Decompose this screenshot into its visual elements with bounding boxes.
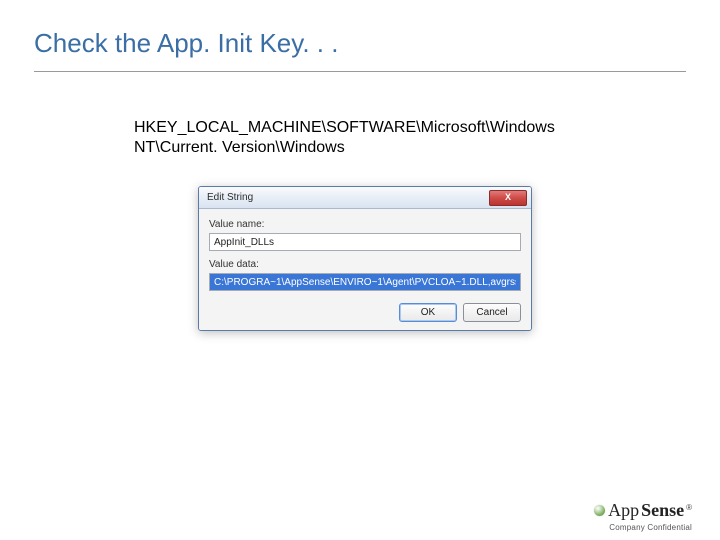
registry-path: HKEY_LOCAL_MACHINE\SOFTWARE\Microsoft\Wi… <box>134 118 686 158</box>
edit-string-dialog: Edit String X Value name: Value data: OK… <box>198 186 532 331</box>
logo-text-app: App <box>608 500 639 521</box>
dialog-titlebar: Edit String X <box>199 187 531 209</box>
close-icon: X <box>505 193 511 202</box>
logo: AppSense® <box>594 500 692 521</box>
dialog-body: Value name: Value data: OK Cancel <box>199 209 531 330</box>
dialog-button-row: OK Cancel <box>209 299 521 322</box>
cancel-button[interactable]: Cancel <box>463 303 521 322</box>
logo-bullet-icon <box>594 505 605 516</box>
confidential-label: Company Confidential <box>594 523 692 532</box>
value-data-input[interactable] <box>209 273 521 291</box>
slide: Check the App. Init Key. . . HKEY_LOCAL_… <box>0 0 720 540</box>
footer: AppSense® Company Confidential <box>594 500 692 532</box>
dialog-title: Edit String <box>207 192 253 203</box>
close-button[interactable]: X <box>489 190 527 206</box>
dialog-screenshot: Edit String X Value name: Value data: OK… <box>198 186 686 331</box>
registered-mark: ® <box>686 503 692 512</box>
ok-button[interactable]: OK <box>399 303 457 322</box>
value-data-label: Value data: <box>209 259 521 270</box>
registry-path-line1: HKEY_LOCAL_MACHINE\SOFTWARE\Microsoft\Wi… <box>134 119 555 136</box>
slide-title: Check the App. Init Key. . . <box>34 28 686 69</box>
value-name-input[interactable] <box>209 233 521 251</box>
content-area: HKEY_LOCAL_MACHINE\SOFTWARE\Microsoft\Wi… <box>34 72 686 331</box>
logo-text-sense: Sense <box>641 500 684 521</box>
value-name-label: Value name: <box>209 219 521 230</box>
registry-path-line2: NT\Current. Version\Windows <box>134 139 345 156</box>
